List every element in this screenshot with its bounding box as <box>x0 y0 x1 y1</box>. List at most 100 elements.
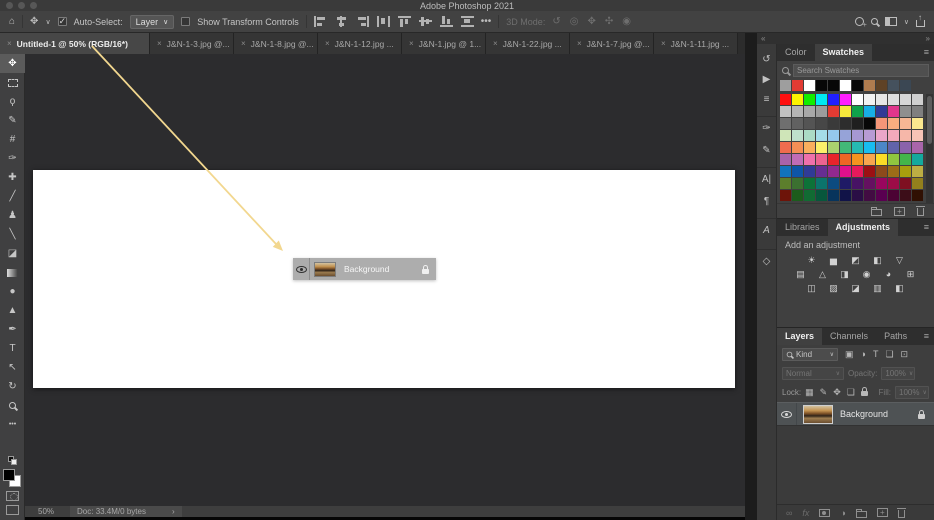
swatch[interactable] <box>852 190 863 201</box>
rotate-view-tool[interactable]: ↻ <box>0 377 25 396</box>
eraser-tool[interactable]: ◪ <box>0 244 25 263</box>
blend-mode-dropdown[interactable]: Normal ∨ <box>782 367 844 380</box>
filter-type-layers-icon[interactable]: T <box>873 349 879 360</box>
swatch[interactable] <box>828 142 839 153</box>
glyphs-panel-icon[interactable]: A <box>757 218 776 242</box>
layer-visibility-toggle[interactable] <box>777 403 797 425</box>
panel-menu-icon[interactable]: ≡ <box>924 44 934 61</box>
swatch[interactable] <box>816 154 827 165</box>
swatch[interactable] <box>912 106 923 117</box>
swatch[interactable] <box>900 190 911 201</box>
recent-swatch[interactable] <box>792 80 803 91</box>
brush-settings-panel-icon[interactable]: ✑ <box>757 116 776 140</box>
swatch[interactable] <box>840 190 851 201</box>
gradient-tool[interactable] <box>0 263 25 282</box>
filter-kind-dropdown[interactable]: Kind ∨ <box>782 348 838 361</box>
new-group-button[interactable] <box>855 508 867 518</box>
swatch[interactable] <box>828 190 839 201</box>
account-icon[interactable] <box>854 17 867 29</box>
recent-swatch[interactable] <box>828 80 839 91</box>
layer-thumbnail[interactable] <box>803 404 833 424</box>
swatch[interactable] <box>828 118 839 129</box>
close-tab-icon[interactable]: × <box>409 39 414 48</box>
swatch[interactable] <box>840 178 851 189</box>
swatch[interactable] <box>792 178 803 189</box>
swatch[interactable] <box>852 94 863 105</box>
panel-menu-icon[interactable]: ≡ <box>924 328 934 345</box>
curves-adjustment-icon[interactable]: ◩ <box>848 254 863 266</box>
swatch[interactable] <box>840 94 851 105</box>
swatch[interactable] <box>792 166 803 177</box>
swatch[interactable] <box>876 130 887 141</box>
swatch[interactable] <box>900 130 911 141</box>
exposure-adjustment-icon[interactable]: ◧ <box>870 254 885 266</box>
document-tab[interactable]: × J&N-1-11.jpg ... <box>654 33 738 54</box>
tab-channels[interactable]: Channels <box>822 328 876 345</box>
document-tab[interactable]: × J&N-1-3.jpg @... <box>150 33 234 54</box>
swatch[interactable] <box>864 178 875 189</box>
document-tab[interactable]: × J&N-1-12.jpg ... <box>318 33 402 54</box>
swatch[interactable] <box>888 166 899 177</box>
invert-adjustment-icon[interactable]: ◫ <box>804 282 819 294</box>
swatch[interactable] <box>780 94 791 105</box>
swatch[interactable] <box>804 118 815 129</box>
channel-mixer-adjustment-icon[interactable]: ◕ <box>881 268 896 280</box>
dragged-layer-ghost[interactable]: Background <box>293 258 436 280</box>
delete-swatch-button[interactable] <box>916 206 925 216</box>
swatch[interactable] <box>900 178 911 189</box>
swatch[interactable] <box>876 154 887 165</box>
swatch[interactable] <box>900 142 911 153</box>
recent-swatch[interactable] <box>804 80 815 91</box>
swatch[interactable] <box>780 166 791 177</box>
color-swatch-control[interactable] <box>3 469 21 487</box>
swatch[interactable] <box>864 106 875 117</box>
swatch[interactable] <box>888 142 899 153</box>
swatch[interactable] <box>816 130 827 141</box>
swatch[interactable] <box>864 166 875 177</box>
move-tool[interactable]: ✥ <box>0 54 25 73</box>
swatch[interactable] <box>780 142 791 153</box>
home-icon[interactable]: ⌂ <box>9 16 15 27</box>
actions-panel-icon[interactable]: ▶ <box>757 69 776 89</box>
document-tab[interactable]: × J&N-1.jpg @ 1... <box>402 33 486 54</box>
lock-transparent-pixels-icon[interactable]: ▦ <box>805 387 814 398</box>
black-white-adjustment-icon[interactable]: ◨ <box>837 268 852 280</box>
swatch[interactable] <box>840 106 851 117</box>
vibrance-adjustment-icon[interactable]: ▽ <box>892 254 907 266</box>
recent-swatch[interactable] <box>852 80 863 91</box>
swatch[interactable] <box>792 130 803 141</box>
swatch[interactable] <box>912 94 923 105</box>
swatch[interactable] <box>900 94 911 105</box>
lasso-tool[interactable]: ϙ <box>0 92 25 111</box>
status-popup-chevron-icon[interactable]: › <box>172 507 175 516</box>
lock-position-icon[interactable]: ✥ <box>833 387 841 398</box>
layer-name[interactable]: Background <box>840 409 918 419</box>
zoom-tool[interactable] <box>0 396 25 415</box>
swatch[interactable] <box>792 190 803 201</box>
distribute-vertical-icon[interactable] <box>460 16 474 27</box>
blur-tool[interactable]: ● <box>0 282 25 301</box>
search-icon[interactable] <box>870 18 878 25</box>
3d-panel-icon[interactable]: ◇ <box>757 249 776 273</box>
swatch[interactable] <box>912 190 923 201</box>
foreground-color-swatch[interactable] <box>3 469 15 481</box>
brush-tool[interactable]: ╱ <box>0 187 25 206</box>
recent-swatch[interactable] <box>816 80 827 91</box>
swatch[interactable] <box>780 154 791 165</box>
add-layer-mask-button[interactable] <box>819 508 831 517</box>
link-layers-button[interactable]: ∞ <box>786 508 792 518</box>
brushes-panel-icon[interactable]: ✎ <box>757 140 776 160</box>
dodge-tool[interactable]: ▲ <box>0 301 25 320</box>
show-transform-checkbox[interactable] <box>181 17 191 26</box>
gradient-map-adjustment-icon[interactable]: ▥ <box>870 282 885 294</box>
swatch[interactable] <box>864 118 875 129</box>
document-tab[interactable]: × J&N-1-8.jpg @... <box>234 33 318 54</box>
recent-swatch[interactable] <box>876 80 887 91</box>
swatch[interactable] <box>852 154 863 165</box>
close-tab-icon[interactable]: × <box>493 39 498 48</box>
swatch[interactable] <box>804 154 815 165</box>
align-vertical-centers-icon[interactable] <box>418 16 432 27</box>
swatch[interactable] <box>780 178 791 189</box>
recent-swatch[interactable] <box>888 80 899 91</box>
swatch[interactable] <box>876 190 887 201</box>
